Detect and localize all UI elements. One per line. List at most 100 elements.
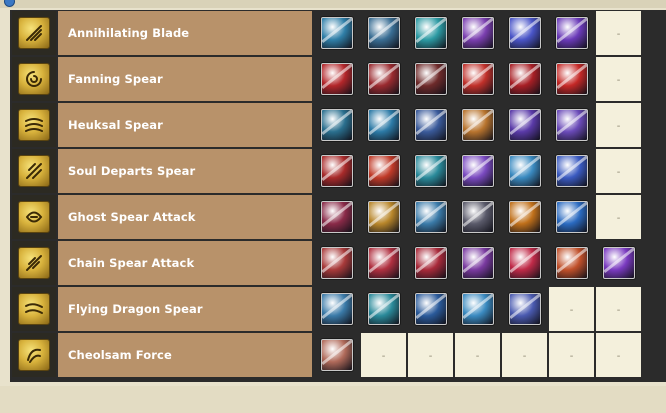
skill-icon-cell[interactable] [502, 103, 547, 147]
ghost-spear-attack-skill-4-icon[interactable] [461, 201, 494, 233]
skill-icon-cell[interactable] [502, 241, 547, 285]
ghost-spear-attack-skill-6-icon[interactable] [555, 201, 588, 233]
chain-spear-attack-skill-7-icon[interactable] [602, 247, 635, 279]
skill-icon-cell[interactable] [502, 195, 547, 239]
class-icon-cell [12, 149, 56, 193]
skill-icon-cell[interactable] [408, 57, 453, 101]
skill-name-cell: Cheolsam Force [58, 333, 312, 377]
skill-icon-cell[interactable] [408, 195, 453, 239]
annihilating-blade-skill-4-icon[interactable] [461, 17, 494, 49]
cheolsam-force-skill-1-icon[interactable] [320, 339, 353, 371]
annihilating-blade-skill-6-icon[interactable] [555, 17, 588, 49]
skill-icon-cell[interactable] [502, 57, 547, 101]
annihilating-blade-skill-1-icon[interactable] [320, 17, 353, 49]
skill-icon-cell[interactable] [455, 11, 500, 55]
skill-name-cell: Flying Dragon Spear [58, 287, 312, 331]
skill-icon-cell[interactable] [314, 195, 359, 239]
skill-icon-cell[interactable] [455, 57, 500, 101]
soul-departs-spear-skill-1-icon[interactable] [320, 155, 353, 187]
skill-icon-cell[interactable] [549, 149, 594, 193]
flying-dragon-spear-skill-1-icon[interactable] [320, 293, 353, 325]
soul-departs-spear-skill-2-icon[interactable] [367, 155, 400, 187]
skill-icon-cell[interactable] [408, 149, 453, 193]
heuksal-spear-skill-2-icon[interactable] [367, 109, 400, 141]
fanning-spear-skill-3-icon[interactable] [414, 63, 447, 95]
skill-icon-cell[interactable] [361, 241, 406, 285]
class-icon-cell [12, 333, 56, 377]
skill-icon-cell[interactable] [455, 241, 500, 285]
soul-departs-spear-skill-4-icon[interactable] [461, 155, 494, 187]
empty-marker: - [616, 28, 621, 40]
skill-icon-cell[interactable] [408, 103, 453, 147]
skill-name: Heuksal Spear [68, 118, 163, 132]
heuksal-spear-skill-3-icon[interactable] [414, 109, 447, 141]
annihilating-blade-skill-2-icon[interactable] [367, 17, 400, 49]
skill-icon-cell[interactable] [314, 287, 359, 331]
heuksal-spear-skill-6-icon[interactable] [555, 109, 588, 141]
skill-icon-cell[interactable] [455, 195, 500, 239]
skill-icon-cell[interactable] [361, 11, 406, 55]
fanning-spear-skill-4-icon[interactable] [461, 63, 494, 95]
chain-spear-attack-skill-2-icon[interactable] [367, 247, 400, 279]
skill-icon-cell[interactable] [455, 103, 500, 147]
skill-icon-cell[interactable] [502, 11, 547, 55]
skill-icon-cell[interactable] [596, 241, 641, 285]
skill-icon-cell[interactable] [408, 241, 453, 285]
chain-spear-attack-skill-5-icon[interactable] [508, 247, 541, 279]
fanning-spear-skill-2-icon[interactable] [367, 63, 400, 95]
heuksal-spear-skill-4-icon[interactable] [461, 109, 494, 141]
ghost-spear-attack-skill-5-icon[interactable] [508, 201, 541, 233]
skill-name: Soul Departs Spear [68, 164, 196, 178]
empty-skill-cell: - [596, 287, 641, 331]
skill-icon-cell[interactable] [549, 57, 594, 101]
skill-icon-cell[interactable] [361, 57, 406, 101]
skill-icon-cell[interactable] [408, 11, 453, 55]
annihilating-blade-skill-5-icon[interactable] [508, 17, 541, 49]
skill-icon-cell[interactable] [361, 287, 406, 331]
ghost-spear-attack-skill-3-icon[interactable] [414, 201, 447, 233]
fanning-spear-skill-6-icon[interactable] [555, 63, 588, 95]
class-icon-cell [12, 195, 56, 239]
flying-dragon-spear-skill-2-icon[interactable] [367, 293, 400, 325]
chain-spear-attack-skill-6-icon[interactable] [555, 247, 588, 279]
skill-icon-cell[interactable] [408, 287, 453, 331]
ghost-spear-attack-skill-2-icon[interactable] [367, 201, 400, 233]
flying-dragon-spear-skill-3-icon[interactable] [414, 293, 447, 325]
skill-row: Flying Dragon Spear - - [10, 286, 666, 331]
heuksal-spear-skill-5-icon[interactable] [508, 109, 541, 141]
soul-departs-spear-skill-6-icon[interactable] [555, 155, 588, 187]
skill-icon-cell[interactable] [549, 195, 594, 239]
skill-icon-cell[interactable] [502, 149, 547, 193]
skill-icon-cell[interactable] [314, 11, 359, 55]
skill-icon-cell[interactable] [455, 287, 500, 331]
empty-skill-cell: - [596, 57, 641, 101]
empty-marker: - [522, 350, 527, 362]
chain-spear-attack-skill-4-icon[interactable] [461, 247, 494, 279]
skill-icon-cell[interactable] [314, 57, 359, 101]
skill-icon-cell[interactable] [502, 287, 547, 331]
annihilating-blade-skill-3-icon[interactable] [414, 17, 447, 49]
soul-departs-spear-skill-5-icon[interactable] [508, 155, 541, 187]
skill-icon-cell[interactable] [314, 103, 359, 147]
chain-spear-attack-skill-3-icon[interactable] [414, 247, 447, 279]
skill-icon-cell[interactable] [549, 11, 594, 55]
skill-icon-cell[interactable] [361, 149, 406, 193]
skill-icon-cell[interactable] [549, 103, 594, 147]
skill-icon-cell[interactable] [314, 241, 359, 285]
fanning-spear-skill-1-icon[interactable] [320, 63, 353, 95]
skill-icon-cell[interactable] [314, 333, 359, 377]
soul-departs-spear-skill-3-icon[interactable] [414, 155, 447, 187]
empty-marker: - [569, 304, 574, 316]
skill-icon-cell[interactable] [361, 103, 406, 147]
flying-dragon-spear-skill-4-icon[interactable] [461, 293, 494, 325]
empty-marker: - [616, 212, 621, 224]
skill-icon-cell[interactable] [455, 149, 500, 193]
ghost-spear-attack-skill-1-icon[interactable] [320, 201, 353, 233]
chain-spear-attack-skill-1-icon[interactable] [320, 247, 353, 279]
fanning-spear-skill-5-icon[interactable] [508, 63, 541, 95]
skill-icon-cell[interactable] [549, 241, 594, 285]
heuksal-spear-skill-1-icon[interactable] [320, 109, 353, 141]
skill-icon-cell[interactable] [361, 195, 406, 239]
flying-dragon-spear-skill-5-icon[interactable] [508, 293, 541, 325]
skill-icon-cell[interactable] [314, 149, 359, 193]
